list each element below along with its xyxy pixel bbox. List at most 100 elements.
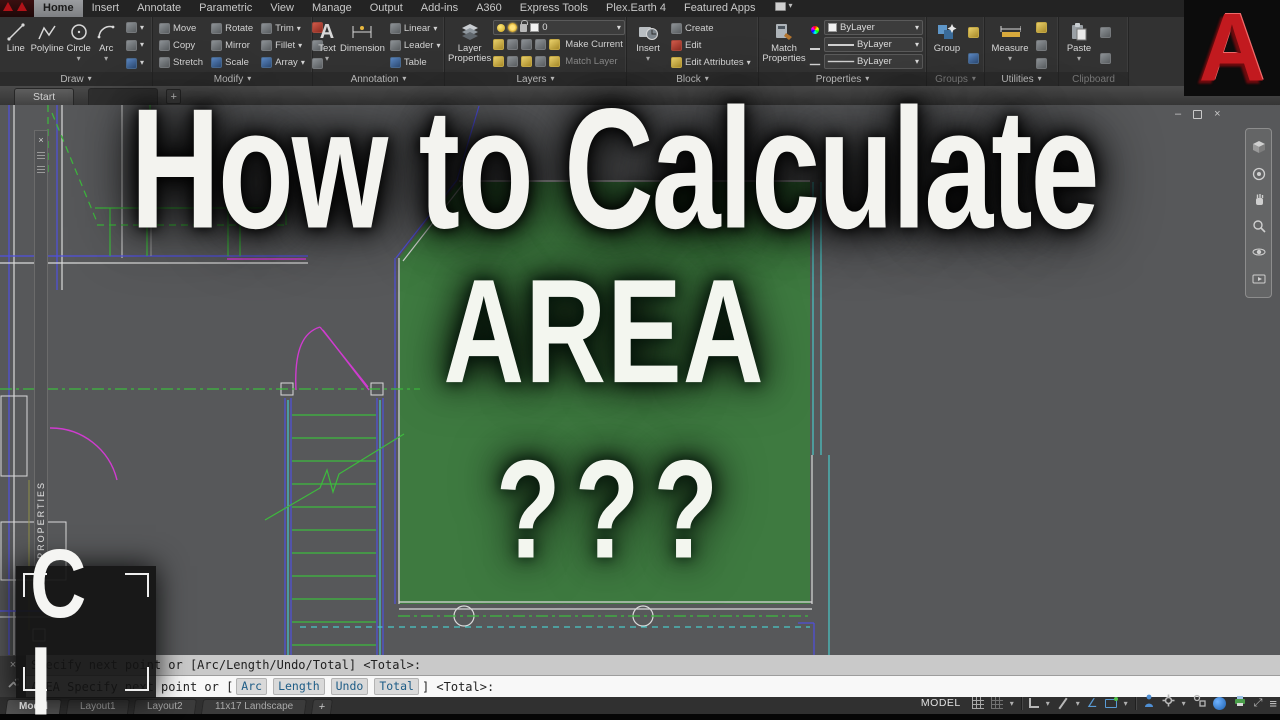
fillet-button[interactable]: Fillet ▾ [258,38,308,53]
tab-home[interactable]: Home [34,0,83,17]
mirror-button[interactable]: Mirror [208,38,256,53]
stretch-button[interactable]: Stretch [156,55,206,70]
match-layer-icon[interactable] [549,56,561,67]
ribbon-display-toggle[interactable]: ▾ [769,0,799,17]
copy-button[interactable]: Copy [156,38,206,53]
dimension-button[interactable]: Dimension [340,19,385,72]
layout-tab-11x17[interactable]: 11x17 Landscape [201,699,308,714]
model-space-toggle[interactable]: MODEL [917,696,965,710]
pan-hand-icon[interactable] [1251,192,1267,208]
move-button[interactable]: Move [156,21,206,36]
close-button[interactable]: × [1214,108,1220,120]
file-tab-start[interactable]: Start [14,88,75,105]
array-button[interactable]: Array ▾ [258,55,308,70]
tab-a360[interactable]: A360 [467,0,511,17]
leader-button[interactable]: Leader ▾ [387,38,444,53]
steering-wheel-icon[interactable] [1251,166,1267,182]
rotate-button[interactable]: Rotate [208,21,256,36]
insert-block-button[interactable]: Insert ▾ [630,19,666,72]
chevron-down-icon[interactable]: ▾ [1182,699,1186,708]
ellipse-tool-button[interactable]: ▾ [123,38,147,53]
rectangle-tool-button[interactable]: ▾ [123,20,147,35]
minimize-button[interactable]: – [1175,108,1181,120]
customization-menu-icon[interactable]: ≡ [1269,697,1277,710]
match-properties-button[interactable]: Match Properties [762,19,806,72]
option-undo[interactable]: Undo [330,678,369,695]
group-button[interactable]: Group [930,19,964,72]
palette-close-icon[interactable]: × [38,135,43,145]
table-button[interactable]: Table [387,55,444,70]
new-layout-button[interactable]: + [311,699,334,714]
layer-off-icon[interactable] [493,39,505,50]
tab-insert[interactable]: Insert [83,0,129,17]
tab-express-tools[interactable]: Express Tools [511,0,597,17]
chevron-down-icon[interactable]: ▾ [1076,699,1080,708]
linetype-dropdown[interactable]: ByLayer ▾ [824,54,923,69]
layer-thaw-icon[interactable] [507,56,519,67]
id-point-icon[interactable] [1036,22,1047,34]
lineweight-dropdown[interactable]: ByLayer ▾ [824,37,923,52]
chevron-down-icon[interactable]: ▾ [1124,699,1128,708]
isolate-objects-icon[interactable] [1193,694,1206,712]
isodraft-icon[interactable] [1057,697,1069,709]
panel-title-draw[interactable]: Draw ▾ [0,72,152,86]
arc-button[interactable]: Arc ▾ [93,19,119,72]
quick-calc-icon[interactable] [1036,57,1047,69]
viewcube-icon[interactable] [1251,139,1267,155]
measure-button[interactable]: Measure ▾ [988,19,1032,72]
point-style-icon[interactable] [1036,39,1047,51]
line-button[interactable]: Line [3,19,29,72]
tab-annotate[interactable]: Annotate [128,0,190,17]
workspace-person-icon[interactable] [1143,694,1155,712]
option-total[interactable]: Total [374,678,419,695]
clean-screen-icon[interactable]: ⤢ [1254,697,1263,710]
tab-view[interactable]: View [261,0,303,17]
group-edit-icon[interactable] [968,53,979,65]
restore-button[interactable] [1193,109,1203,119]
tab-addins[interactable]: Add-ins [412,0,467,17]
copy-clip-icon[interactable] [1100,53,1111,65]
settings-gear-icon[interactable] [1162,694,1175,712]
scale-button[interactable]: Scale [208,55,256,70]
tab-plexearth[interactable]: Plex.Earth 4 [597,0,675,17]
make-current-button[interactable]: Make Current [563,37,625,52]
layer-properties-button[interactable]: Layer Properties [448,19,491,72]
chevron-down-icon[interactable]: ▾ [1010,699,1014,708]
layer-dropdown[interactable]: 0 ▾ [493,19,625,35]
paste-button[interactable]: Paste ▾ [1062,19,1096,72]
annotation-scale-icon[interactable] [1104,696,1118,708]
layer-freeze-icon[interactable] [521,39,533,50]
tab-output[interactable]: Output [361,0,412,17]
color-wheel-icon[interactable] [811,26,819,34]
layer-isolate-icon[interactable] [507,39,519,50]
option-arc[interactable]: Arc [236,678,268,695]
polar-tracking-icon[interactable]: ∠ [1087,697,1098,709]
match-layer-button[interactable]: Match Layer [563,54,619,69]
edit-attributes-button[interactable]: Edit Attributes ▾ [668,55,754,70]
zoom-icon[interactable] [1251,218,1267,234]
properties-palette-bar[interactable]: × PROPERTIES [34,130,48,570]
plot-printer-icon[interactable] [1233,694,1247,712]
circle-button[interactable]: Circle ▾ [66,19,92,72]
ortho-mode-icon[interactable] [1028,698,1039,708]
application-menu-button[interactable] [0,0,34,17]
object-color-dropdown[interactable]: ByLayer ▾ [824,20,923,35]
graphics-performance-icon[interactable] [1212,696,1226,710]
layer-unlock-icon[interactable] [521,56,533,67]
showmotion-icon[interactable] [1251,271,1267,287]
layer-lock-tool-icon[interactable] [535,39,547,50]
option-length[interactable]: Length [273,678,325,695]
lineweight-icon[interactable] [810,48,820,50]
trim-button[interactable]: Trim ▾ [258,21,308,36]
tab-featured-apps[interactable]: Featured Apps [675,0,765,17]
text-button[interactable]: A Text ▾ [316,19,338,72]
ungroup-icon[interactable] [968,26,979,38]
hatch-tool-button[interactable]: ▾ [123,56,147,71]
layer-previous-icon[interactable] [535,56,547,67]
tab-manage[interactable]: Manage [303,0,361,17]
orbit-icon[interactable] [1251,244,1267,260]
tab-parametric[interactable]: Parametric [190,0,261,17]
edit-block-button[interactable]: Edit [668,38,754,53]
chevron-down-icon[interactable]: ▾ [1046,699,1050,708]
linear-dimension-button[interactable]: Linear ▾ [387,21,444,36]
